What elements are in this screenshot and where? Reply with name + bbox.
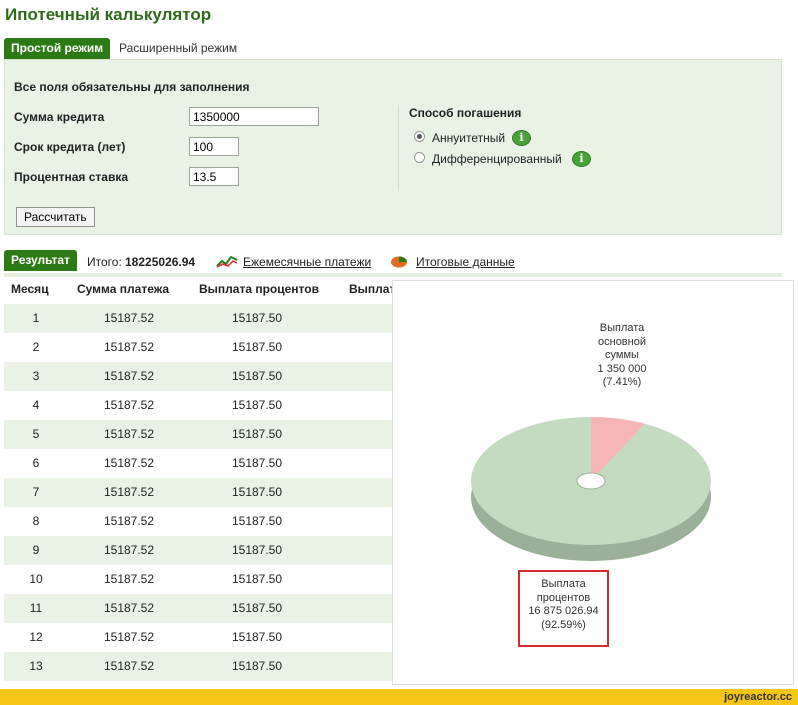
- rate-label: Процентная ставка: [14, 170, 128, 184]
- required-note: Все поля обязательны для заполнения: [14, 80, 250, 94]
- table-row: 8 15187.52 15187.50: [4, 507, 394, 536]
- pie-hole: [576, 472, 606, 490]
- cell-month: 10: [29, 572, 43, 586]
- watermark-bar: [0, 689, 798, 705]
- cell-month: 9: [32, 543, 40, 557]
- cell-interest: 15187.50: [231, 398, 283, 412]
- principal-slice-label: Выплата основной суммы 1 350 000 (7.41%): [597, 322, 647, 388]
- table-row: 6 15187.52 15187.50: [4, 449, 394, 478]
- differentiated-label: Дифференцированный: [432, 152, 562, 166]
- tab-simple-mode[interactable]: Простой режим: [4, 38, 111, 59]
- col-header-payment: Сумма платежа: [77, 282, 170, 296]
- amount-label: Сумма кредита: [14, 110, 105, 124]
- cell-month: 3: [32, 369, 40, 383]
- table-row: 10 15187.52 15187.50: [4, 565, 394, 594]
- method-title: Способ погашения: [409, 106, 522, 120]
- cell-month: 1: [32, 311, 40, 325]
- cell-payment: 15187.52: [103, 427, 155, 441]
- cell-month: 6: [32, 456, 40, 470]
- cell-payment: 15187.52: [103, 659, 155, 673]
- cell-payment: 15187.52: [103, 601, 155, 615]
- cell-month: 11: [29, 601, 43, 615]
- cell-payment: 15187.52: [103, 340, 155, 354]
- results-header-bar: [4, 273, 782, 277]
- cell-interest: 15187.50: [231, 485, 283, 499]
- differentiated-radio[interactable]: [414, 152, 425, 163]
- cell-month: 8: [32, 514, 40, 528]
- term-input[interactable]: [189, 137, 239, 156]
- cell-interest: 15187.50: [231, 427, 283, 441]
- cell-interest: 15187.50: [231, 543, 283, 557]
- table-row: 4 15187.52 15187.50: [4, 391, 394, 420]
- cell-interest: 15187.50: [231, 340, 283, 354]
- cell-payment: 15187.52: [103, 630, 155, 644]
- col-header-interest: Выплата процентов: [199, 282, 319, 296]
- total-label: Итого:: [87, 255, 122, 269]
- cell-payment: 15187.52: [103, 311, 155, 325]
- term-label: Срок кредита (лет): [14, 140, 126, 154]
- table-row: 5 15187.52 15187.50: [4, 420, 394, 449]
- watermark-logo: joyreactor.cc: [724, 691, 792, 703]
- cell-payment: 15187.52: [103, 572, 155, 586]
- annuity-label: Аннуитетный: [432, 131, 506, 145]
- cell-interest: 15187.50: [231, 659, 283, 673]
- table-row: 9 15187.52 15187.50: [4, 536, 394, 565]
- cell-interest: 15187.50: [231, 601, 283, 615]
- cell-payment: 15187.52: [103, 398, 155, 412]
- info-icon[interactable]: i: [572, 151, 591, 167]
- table-row: 11 15187.52 15187.50: [4, 594, 394, 623]
- cell-payment: 15187.52: [103, 543, 155, 557]
- interest-slice-label: Выплата процентов 16 875 026.94 (92.59%): [528, 578, 599, 631]
- annuity-radio[interactable]: [414, 131, 425, 142]
- table-row: 2 15187.52 15187.50: [4, 333, 394, 362]
- cell-month: 13: [29, 659, 43, 673]
- col-header-principal: Выплат: [349, 282, 396, 296]
- table-row: 7 15187.52 15187.50: [4, 478, 394, 507]
- info-icon[interactable]: i: [512, 130, 531, 146]
- cell-month: 12: [29, 630, 43, 644]
- cell-month: 4: [32, 398, 40, 412]
- pie-chart-icon[interactable]: [390, 254, 408, 268]
- form-divider: [398, 105, 399, 191]
- summary-data-link[interactable]: Итоговые данные: [416, 255, 515, 269]
- table-row: 1 15187.52 15187.50: [4, 304, 394, 333]
- cell-payment: 15187.52: [103, 485, 155, 499]
- calculate-button[interactable]: Рассчитать: [16, 207, 95, 227]
- cell-month: 5: [32, 427, 40, 441]
- cell-payment: 15187.52: [103, 456, 155, 470]
- table-row: 13 15187.52 15187.50: [4, 652, 394, 681]
- total-value: 18225026.94: [125, 255, 196, 269]
- cell-month: 7: [32, 485, 40, 499]
- pie-chart: [471, 417, 711, 561]
- cell-month: 2: [32, 340, 40, 354]
- monthly-payments-link[interactable]: Ежемесячные платежи: [243, 255, 371, 269]
- tab-results[interactable]: Результат: [4, 250, 77, 271]
- cell-interest: 15187.50: [231, 572, 283, 586]
- cell-interest: 15187.50: [231, 369, 283, 383]
- tab-advanced-mode[interactable]: Расширенный режим: [112, 38, 244, 59]
- table-row: 12 15187.52 15187.50: [4, 623, 394, 652]
- rate-input[interactable]: [189, 167, 239, 186]
- table-row: 3 15187.52 15187.50: [4, 362, 394, 391]
- cell-interest: 15187.50: [231, 456, 283, 470]
- cell-payment: 15187.52: [103, 369, 155, 383]
- cell-interest: 15187.50: [231, 311, 283, 325]
- cell-interest: 15187.50: [231, 514, 283, 528]
- page-title: Ипотечный калькулятор: [5, 5, 212, 24]
- cell-payment: 15187.52: [103, 514, 155, 528]
- cell-interest: 15187.50: [231, 630, 283, 644]
- amount-input[interactable]: [189, 107, 319, 126]
- col-header-month: Месяц: [11, 282, 49, 296]
- line-chart-icon[interactable]: [216, 254, 238, 268]
